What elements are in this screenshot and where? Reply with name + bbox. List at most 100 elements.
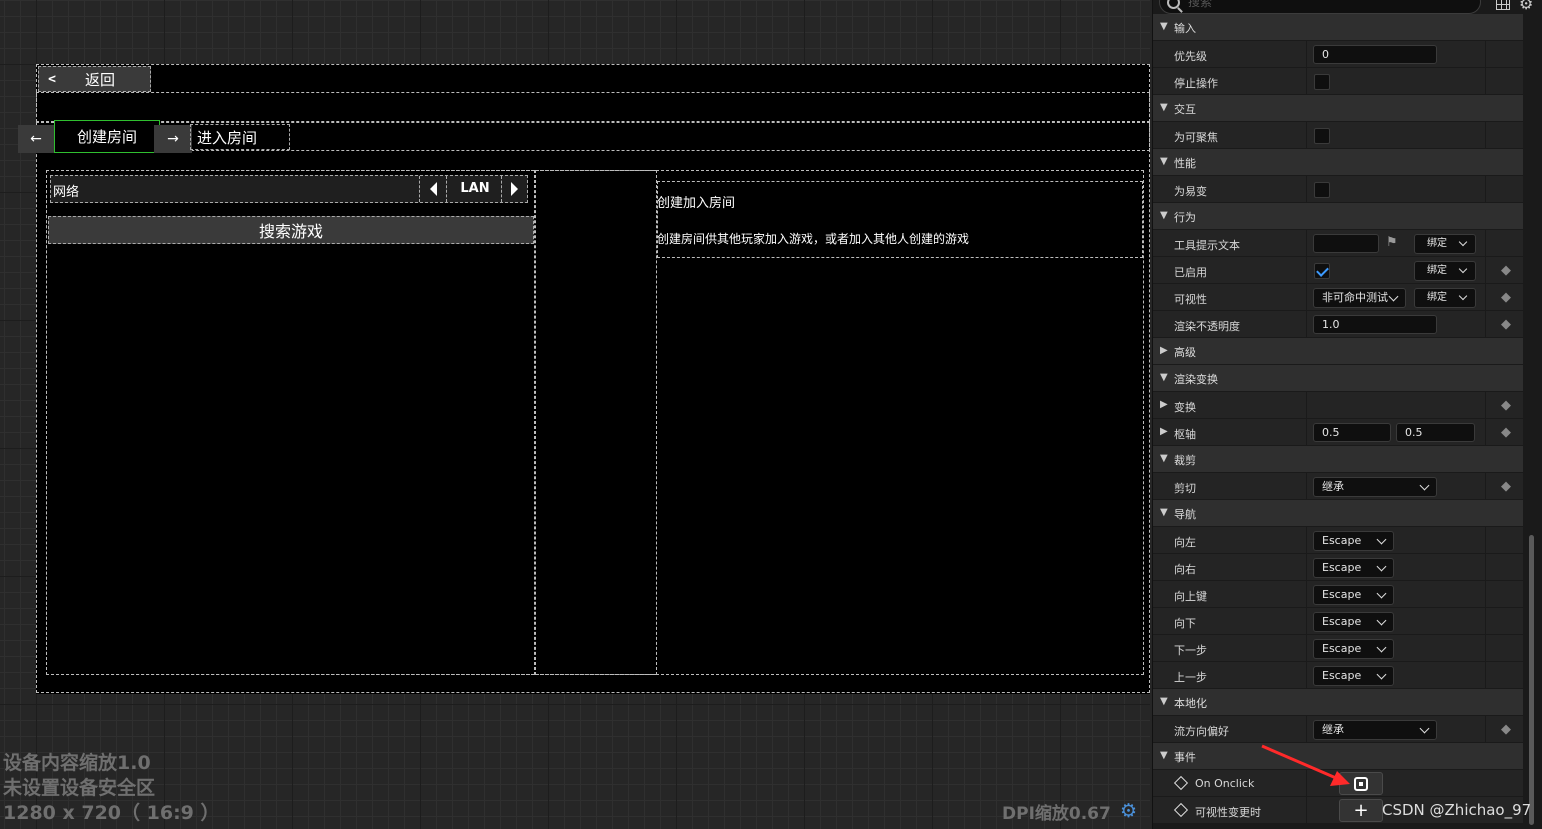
gear-icon[interactable]: ⚙ bbox=[1519, 0, 1533, 13]
category-input[interactable]: ▼ 输入 bbox=[1153, 14, 1523, 41]
tooltip-bind-button[interactable]: 绑定 bbox=[1414, 234, 1476, 254]
category-navigation[interactable]: ▼ 导航 bbox=[1153, 500, 1523, 527]
event-label: On Onclick bbox=[1195, 777, 1255, 790]
clipping-dropdown[interactable]: 继承 bbox=[1313, 477, 1437, 497]
prop-pivot[interactable]: ▶ 枢轴 0.5 0.5 ◆ bbox=[1153, 419, 1523, 446]
chevron-down-icon bbox=[1376, 561, 1387, 572]
search-game-button[interactable]: 搜索游戏 bbox=[48, 216, 534, 244]
opacity-field[interactable]: 1.0 bbox=[1313, 315, 1437, 334]
focusable-checkbox[interactable] bbox=[1314, 128, 1330, 144]
dropdown-value: 非可命中测试 bbox=[1322, 291, 1388, 304]
info-description: 创建房间供其他玩家加入游戏，或者加入其他人创建的游戏 bbox=[657, 232, 970, 246]
nav-left-dropdown[interactable]: Escape bbox=[1313, 531, 1394, 551]
watermark-text: CSDN @Zhichao_97 bbox=[1382, 801, 1532, 819]
prop-enabled: 已启用 绑定 ◆ bbox=[1153, 257, 1523, 284]
network-value: LAN bbox=[460, 181, 490, 196]
category-performance[interactable]: ▼ 性能 bbox=[1153, 149, 1523, 176]
view-event-binding-button[interactable] bbox=[1339, 772, 1383, 795]
chevron-down-icon bbox=[1376, 534, 1387, 545]
category-label: 本地化 bbox=[1174, 697, 1207, 710]
nav-prev-dropdown[interactable]: Escape bbox=[1313, 666, 1394, 686]
event-on-onclick: On Onclick bbox=[1153, 770, 1523, 797]
prop-flow-direction: 流方向偏好 继承 ◆ bbox=[1153, 716, 1523, 743]
category-render-transform[interactable]: ▼ 渲染变换 bbox=[1153, 365, 1523, 392]
collapse-arrow-icon: ▼ bbox=[1160, 102, 1168, 113]
prop-clipping: 剪切 继承 ◆ bbox=[1153, 473, 1523, 500]
prop-render-opacity: 渲染不透明度 1.0 ◆ bbox=[1153, 311, 1523, 338]
enabled-checkbox[interactable] bbox=[1314, 263, 1330, 279]
back-button[interactable]: < 返回 bbox=[38, 66, 151, 92]
visibility-bind-button[interactable]: 绑定 bbox=[1414, 288, 1476, 308]
category-behavior[interactable]: ▼ 行为 bbox=[1153, 203, 1523, 230]
back-chevron-icon: < bbox=[48, 71, 56, 87]
network-next-button[interactable] bbox=[501, 176, 527, 202]
reset-to-default-icon[interactable]: ◆ bbox=[1501, 398, 1511, 413]
reset-to-default-icon[interactable]: ◆ bbox=[1501, 317, 1511, 332]
dpi-settings-gear-icon[interactable]: ⚙ bbox=[1120, 800, 1137, 822]
category-label: 事件 bbox=[1174, 751, 1196, 764]
property-matrix-icon[interactable] bbox=[1496, 0, 1510, 10]
nav-next-dropdown[interactable]: Escape bbox=[1313, 639, 1394, 659]
category-localization[interactable]: ▼ 本地化 bbox=[1153, 689, 1523, 716]
top-bar-outline bbox=[36, 92, 1150, 122]
collapse-arrow-icon: ▼ bbox=[1160, 372, 1168, 383]
pivot-x-field[interactable]: 0.5 bbox=[1313, 423, 1391, 442]
stop-action-checkbox[interactable] bbox=[1314, 74, 1330, 90]
expand-arrow-icon: ▶ bbox=[1160, 399, 1168, 410]
tab-join-room[interactable]: 进入房间 bbox=[190, 124, 290, 150]
prop-volatile: 为易变 bbox=[1153, 176, 1523, 203]
prop-label: 已启用 bbox=[1174, 266, 1207, 279]
priority-field[interactable]: 0 bbox=[1313, 45, 1437, 64]
collapse-arrow-icon: ▼ bbox=[1160, 156, 1168, 167]
category-label: 行为 bbox=[1174, 211, 1196, 224]
prop-nav-left: 向左 Escape bbox=[1153, 527, 1523, 554]
bind-label: 绑定 bbox=[1427, 265, 1447, 276]
details-search-input[interactable]: 搜索 bbox=[1159, 0, 1481, 14]
chevron-down-icon bbox=[1376, 588, 1387, 599]
prop-nav-next: 下一步 Escape bbox=[1153, 635, 1523, 662]
category-advanced[interactable]: ▶ 高级 bbox=[1153, 338, 1523, 365]
flag-icon[interactable]: ⚑ bbox=[1386, 235, 1398, 250]
prop-label: 渲染不透明度 bbox=[1174, 320, 1240, 333]
designer-canvas[interactable]: < 返回 ← 创建房间 → 进入房间 网络 LAN 搜索游戏 创建加入房间 创建… bbox=[0, 0, 1150, 829]
reset-to-default-icon[interactable]: ◆ bbox=[1501, 479, 1511, 494]
safe-zone-text: 未设置设备安全区 bbox=[3, 777, 156, 799]
reset-to-default-icon[interactable]: ◆ bbox=[1501, 263, 1511, 278]
prop-label: 流方向偏好 bbox=[1174, 725, 1229, 738]
category-interaction[interactable]: ▼ 交互 bbox=[1153, 95, 1523, 122]
prop-transform[interactable]: ▶ 变换 ◆ bbox=[1153, 392, 1523, 419]
network-prev-button[interactable] bbox=[419, 176, 447, 202]
chevron-down-icon bbox=[1388, 291, 1399, 302]
flow-direction-dropdown[interactable]: 继承 bbox=[1313, 720, 1437, 740]
tooltip-field[interactable] bbox=[1313, 234, 1379, 253]
reset-to-default-icon[interactable]: ◆ bbox=[1501, 425, 1511, 440]
category-events[interactable]: ▼ 事件 bbox=[1153, 743, 1523, 770]
nav-up-dropdown[interactable]: Escape bbox=[1313, 585, 1394, 605]
chevron-down-icon bbox=[1419, 480, 1430, 491]
prop-nav-down: 向下 Escape bbox=[1153, 608, 1523, 635]
nav-down-dropdown[interactable]: Escape bbox=[1313, 612, 1394, 632]
tab-right-arrow-button[interactable]: → bbox=[154, 125, 192, 153]
collapse-arrow-icon: ▼ bbox=[1160, 210, 1168, 221]
dpi-scale-text: DPI缩放0.67 bbox=[1002, 804, 1111, 824]
dropdown-value: Escape bbox=[1322, 642, 1362, 655]
category-clipping[interactable]: ▼ 裁剪 bbox=[1153, 446, 1523, 473]
add-event-button[interactable]: + bbox=[1339, 799, 1383, 822]
triangle-left-icon bbox=[429, 182, 437, 196]
tab-create-room[interactable]: 创建房间 bbox=[54, 120, 160, 153]
category-label: 性能 bbox=[1174, 157, 1196, 170]
reset-to-default-icon[interactable]: ◆ bbox=[1501, 290, 1511, 305]
collapse-arrow-icon: ▼ bbox=[1160, 750, 1168, 761]
visibility-dropdown[interactable]: 非可命中测试 bbox=[1313, 288, 1406, 308]
resolution-text: 1280 x 720（ 16:9 ） bbox=[3, 802, 220, 824]
pivot-y-field[interactable]: 0.5 bbox=[1396, 423, 1475, 442]
enabled-bind-button[interactable]: 绑定 bbox=[1414, 261, 1476, 281]
reset-to-default-icon[interactable]: ◆ bbox=[1501, 722, 1511, 737]
search-icon bbox=[1167, 0, 1180, 9]
volatile-checkbox[interactable] bbox=[1314, 182, 1330, 198]
details-scrollbar[interactable] bbox=[1529, 535, 1534, 825]
nav-right-dropdown[interactable]: Escape bbox=[1313, 558, 1394, 578]
category-label: 高级 bbox=[1174, 346, 1196, 359]
expand-arrow-icon: ▶ bbox=[1160, 426, 1168, 437]
tab-left-arrow-button[interactable]: ← bbox=[18, 125, 54, 153]
